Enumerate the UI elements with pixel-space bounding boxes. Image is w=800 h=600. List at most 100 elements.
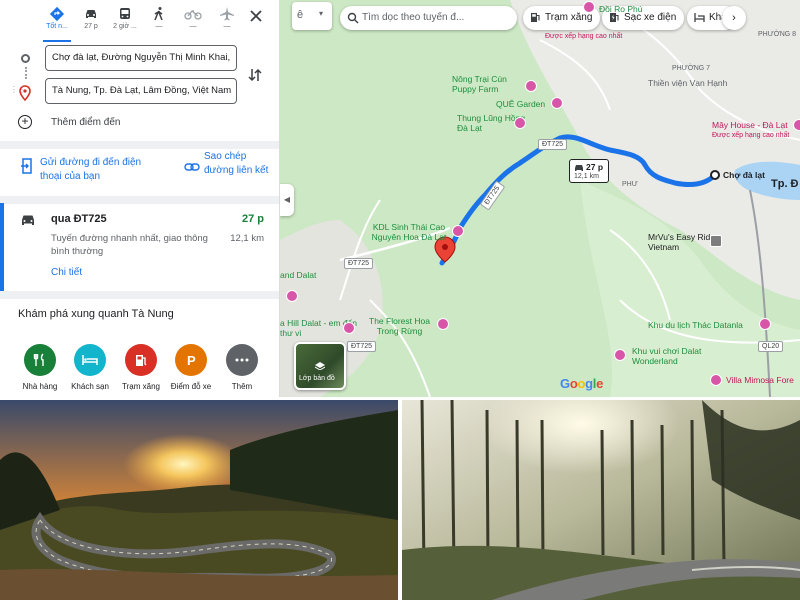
destination-input[interactable]: Tà Nung, Tp. Đà Lạt, Lâm Đồng, Việt Nam xyxy=(45,78,237,104)
category-hotels[interactable]: Khách sạn xyxy=(62,344,118,391)
road-label: ĐT725 xyxy=(538,139,568,150)
map-label[interactable]: Đồi Ro Phú xyxy=(599,4,642,14)
road-label: ĐT725 xyxy=(347,341,377,352)
route-info-time: 27 p xyxy=(586,162,604,172)
map-label: Tp. Đ xyxy=(771,178,799,190)
hotel-icon xyxy=(694,13,705,22)
share-row: Gửi đường đi đến điện thoại của bạn Sao … xyxy=(0,150,279,198)
map-label[interactable]: The Florest Hoa Trong Rừng xyxy=(362,316,437,336)
poi-marker-icon[interactable] xyxy=(759,318,771,330)
mode-bike[interactable]: — xyxy=(177,4,209,36)
mode-walk[interactable]: — xyxy=(143,4,175,36)
car-icon xyxy=(575,165,583,171)
restaurant-icon xyxy=(24,344,56,376)
route-info-bubble[interactable]: 27 p 12,1 km xyxy=(569,159,609,183)
category-parking[interactable]: P Điểm đỗ xe xyxy=(163,344,219,391)
directions-panel: Tốt n... 27 p 2 giờ ... — — — ⋮⋮ Chợ đà … xyxy=(0,0,280,397)
swap-icon[interactable] xyxy=(247,66,263,84)
chips-next-button[interactable]: › xyxy=(722,6,746,30)
explore-title: Khám phá xung quanh Tà Nung xyxy=(18,308,174,320)
route-dots-icon xyxy=(25,67,27,79)
mode-label: — xyxy=(223,23,231,30)
poi-marker-icon[interactable] xyxy=(514,117,526,129)
map-label[interactable]: Nông Trại Cún Puppy Farm xyxy=(452,74,532,94)
mode-car[interactable]: 27 p xyxy=(75,4,107,36)
google-logo: Google xyxy=(560,376,604,391)
poi-marker-icon[interactable] xyxy=(583,1,595,13)
send-to-phone-link[interactable]: Gửi đường đi đến điện thoại của bạn xyxy=(40,156,160,184)
map-label: PHƯ xyxy=(622,181,638,188)
map-label: PHƯỜNG 7 xyxy=(672,65,711,72)
travel-mode-bar: Tốt n... 27 p 2 giờ ... — — — xyxy=(0,0,279,42)
route-search-box[interactable]: Tìm dọc theo tuyến đ... xyxy=(340,6,517,30)
layers-toggle[interactable]: Lớp bản đồ xyxy=(294,342,346,390)
bus-icon xyxy=(120,8,130,19)
walk-icon xyxy=(154,7,163,21)
poi-marker-icon[interactable] xyxy=(710,374,722,386)
route-option-card[interactable]: qua ĐT725 27 p Tuyến đường nhanh nhất, g… xyxy=(0,203,279,291)
category-label: Khách sạn xyxy=(71,382,109,391)
route-via: qua ĐT725 xyxy=(51,213,107,225)
category-restaurants[interactable]: Nhà hàng xyxy=(12,344,68,391)
map-label: Được xếp hạng cao nhất xyxy=(712,132,790,139)
category-gas[interactable]: Trạm xăng xyxy=(113,344,169,391)
map-label[interactable]: Khu vui chơi Dalat Wonderland xyxy=(632,346,712,366)
parking-icon: P xyxy=(175,344,207,376)
layers-icon: ê xyxy=(297,9,304,21)
chevron-down-icon: ▾ xyxy=(319,9,324,18)
gas-station-icon xyxy=(125,344,157,376)
send-to-phone-icon xyxy=(21,158,32,174)
poi-marker-icon[interactable] xyxy=(793,119,800,131)
copy-link-button[interactable]: Sao chép đường liên kết xyxy=(204,150,274,178)
origin-input[interactable]: Chợ đà lạt, Đường Nguyễn Thị Minh Khai, xyxy=(45,45,237,71)
svg-text:P: P xyxy=(187,353,196,367)
poi-marker-icon[interactable] xyxy=(710,235,722,247)
map-label[interactable]: Thiền viện Vạn Hạnh xyxy=(648,78,727,88)
map-label[interactable]: QUÊ Garden xyxy=(496,99,545,109)
close-icon[interactable] xyxy=(246,6,266,26)
map-label[interactable]: Mây House - Đà Lạt xyxy=(712,120,788,130)
gas-station-icon xyxy=(531,13,540,22)
poi-marker-icon[interactable] xyxy=(551,97,563,109)
chip-label: Trạm xăng xyxy=(545,12,593,23)
category-label: Điểm đỗ xe xyxy=(170,382,212,391)
category-more[interactable]: Thêm xyxy=(214,344,270,391)
mode-best[interactable]: Tốt n... xyxy=(41,4,73,42)
mode-label: 2 giờ ... xyxy=(113,23,137,30)
sunset-mountain-road-photo xyxy=(0,400,398,600)
more-icon xyxy=(226,344,258,376)
drag-handle-icon[interactable]: ⋮⋮ xyxy=(10,86,26,94)
hotel-icon xyxy=(74,344,106,376)
route-details-link[interactable]: Chi tiết xyxy=(51,267,82,278)
map-type-control[interactable]: ê ▾ xyxy=(292,2,332,30)
mode-transit[interactable]: 2 giờ ... xyxy=(109,4,141,36)
mode-label: — xyxy=(189,23,197,30)
mode-flight[interactable]: — xyxy=(211,4,243,36)
map-view[interactable]: ◀ ê ▾ Tìm dọc theo tuyến đ... Trạm xăng … xyxy=(280,0,800,397)
map-label[interactable]: Villa Mimosa Fore xyxy=(726,375,794,385)
route-description: Tuyến đường nhanh nhất, giao thông bình … xyxy=(51,233,208,257)
road-label: ĐT725 xyxy=(344,258,374,269)
collapse-panel-button[interactable]: ◀ xyxy=(280,184,294,216)
add-destination-label: Thêm điểm đến xyxy=(51,117,121,128)
poi-marker-icon[interactable] xyxy=(614,349,626,361)
map-label[interactable]: Chợ đà lạt xyxy=(723,170,765,180)
poi-marker-icon[interactable] xyxy=(286,290,298,302)
map-label: Được xếp hạng cao nhất xyxy=(545,33,623,40)
map-label[interactable]: and Dalat xyxy=(280,270,316,280)
explore-nearby: Khám phá xung quanh Tà Nung Nhà hàng Khá… xyxy=(0,298,279,397)
directions-icon xyxy=(49,6,65,22)
pine-forest-road-photo xyxy=(402,400,800,600)
category-label: Thêm xyxy=(231,382,253,391)
plane-icon xyxy=(220,7,234,21)
map-label[interactable]: KDL Sinh Thái Cao Nguyên Hoa Đà Lạt xyxy=(364,222,454,242)
origin-dot-icon xyxy=(21,54,30,63)
category-label: Nhà hàng xyxy=(22,382,58,391)
route-distance: 12,1 km xyxy=(230,233,264,244)
mode-label: — xyxy=(155,23,163,30)
poi-marker-icon[interactable] xyxy=(343,322,355,334)
map-label[interactable]: Khu du lịch Thác Datanla xyxy=(648,320,743,330)
poi-marker-icon[interactable] xyxy=(437,318,449,330)
origin-marker-icon[interactable] xyxy=(710,170,720,180)
poi-marker-icon[interactable] xyxy=(525,80,537,92)
